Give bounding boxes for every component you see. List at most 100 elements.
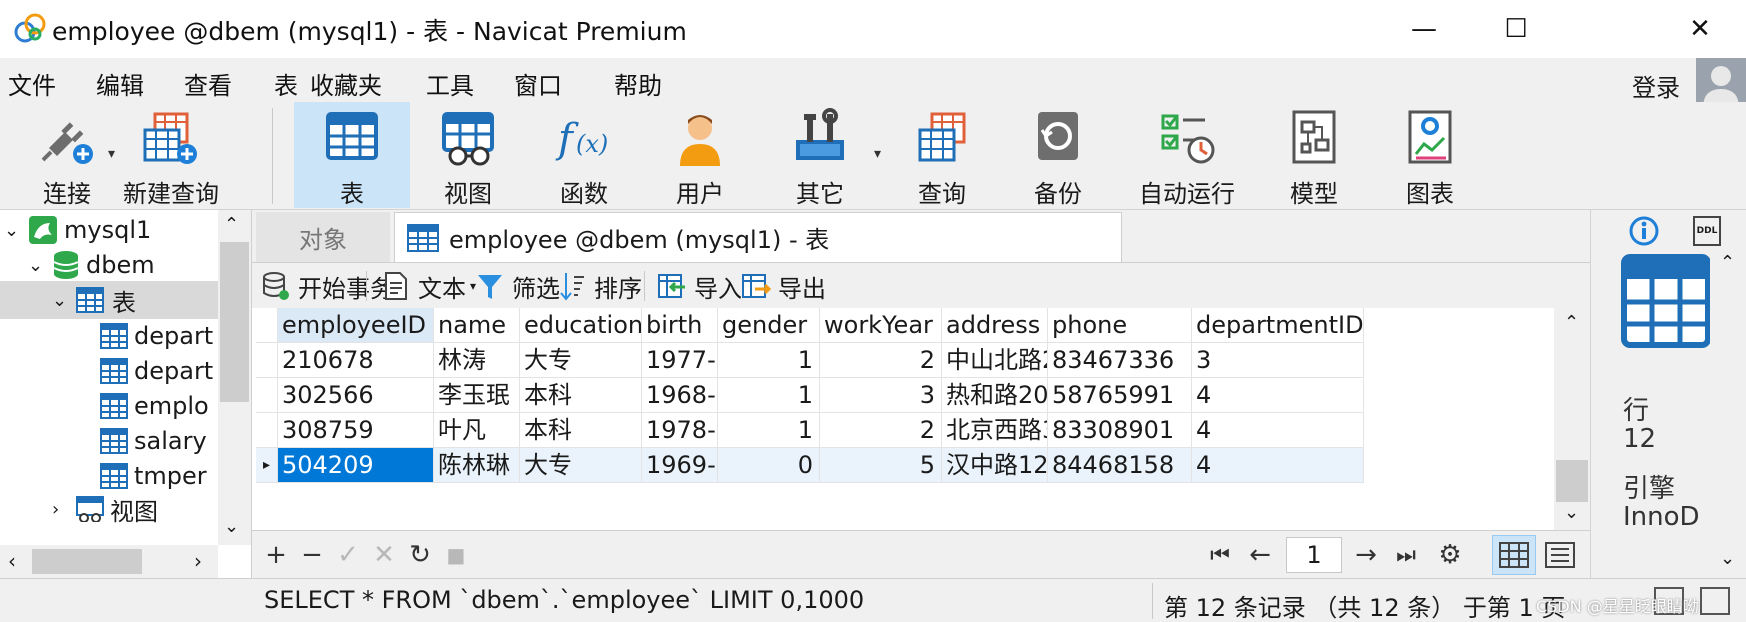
tree-table-item[interactable]: depart bbox=[0, 352, 218, 390]
menu-table[interactable]: 表 bbox=[274, 66, 298, 101]
column-header[interactable]: departmentID bbox=[1192, 308, 1364, 343]
table-cell[interactable]: 83467336 bbox=[1048, 343, 1192, 378]
view-button[interactable]: 视图 bbox=[418, 102, 518, 208]
tree-table-item[interactable]: tmper bbox=[0, 457, 218, 495]
table-cell[interactable]: 302566 bbox=[278, 378, 434, 413]
chevron-right-icon[interactable]: › bbox=[52, 499, 76, 520]
chevron-down-icon[interactable]: ⌄ bbox=[4, 220, 28, 241]
scroll-down-arrow-icon[interactable]: ⌄ bbox=[224, 516, 239, 537]
model-button[interactable]: 模型 bbox=[1264, 102, 1364, 208]
table-row[interactable]: 308759叶凡本科1978-112北京西路3833089014 bbox=[256, 413, 1364, 448]
table-cell[interactable]: 热和路209 bbox=[942, 378, 1048, 413]
table-cell[interactable]: 0 bbox=[718, 448, 820, 483]
table-cell[interactable]: 4 bbox=[1192, 378, 1364, 413]
tree-views-folder[interactable]: › 视图 bbox=[0, 492, 218, 526]
navigator-horizontal-scrollbar[interactable]: ‹ › bbox=[0, 545, 218, 578]
column-header[interactable]: education bbox=[520, 308, 642, 343]
table-cell[interactable]: 5 bbox=[820, 448, 942, 483]
stop-button[interactable]: ■ bbox=[438, 537, 474, 573]
table-cell[interactable]: 大专 bbox=[520, 448, 642, 483]
menu-edit[interactable]: 编辑 bbox=[96, 66, 144, 101]
table-cell[interactable]: 北京西路3 bbox=[942, 413, 1048, 448]
info-icon[interactable] bbox=[1629, 216, 1659, 246]
table-cell[interactable]: 504209 bbox=[278, 448, 434, 483]
page-number-input[interactable]: 1 bbox=[1286, 537, 1342, 573]
row-marker[interactable]: ▸ bbox=[256, 448, 278, 483]
table-cell[interactable]: 林涛 bbox=[434, 343, 520, 378]
info-pane-scrollbar[interactable]: ⌃ ⌄ bbox=[1710, 252, 1746, 578]
table-cell[interactable]: 2 bbox=[820, 343, 942, 378]
automation-button[interactable]: 自动运行 bbox=[1124, 102, 1250, 208]
filter-button[interactable]: 筛选 bbox=[474, 269, 560, 303]
table-cell[interactable]: 1 bbox=[718, 378, 820, 413]
column-header[interactable]: phone bbox=[1048, 308, 1192, 343]
query-button[interactable]: 查询 bbox=[892, 102, 992, 208]
scroll-left-arrow-icon[interactable]: ‹ bbox=[8, 549, 16, 573]
tab-employee-table[interactable]: employee @dbem (mysql1) - 表 bbox=[394, 212, 1122, 262]
row-marker[interactable] bbox=[256, 413, 278, 448]
scroll-down-arrow-icon[interactable]: ⌄ bbox=[1720, 548, 1735, 569]
chart-button[interactable]: 图表 bbox=[1380, 102, 1480, 208]
table-cell[interactable]: 1977-0 bbox=[642, 343, 718, 378]
table-row[interactable]: ▸504209陈林琳大专1969-005汉中路120844681584 bbox=[256, 448, 1364, 483]
tree-table-item[interactable]: salary bbox=[0, 422, 218, 460]
table-cell[interactable]: 4 bbox=[1192, 413, 1364, 448]
menu-file[interactable]: 文件 bbox=[8, 66, 56, 101]
connect-button[interactable]: 连接 bbox=[22, 102, 112, 208]
grid-view-button[interactable] bbox=[1492, 535, 1536, 575]
table-button[interactable]: 表 bbox=[294, 102, 410, 208]
last-page-button[interactable]: ⏭ bbox=[1388, 537, 1424, 573]
refresh-button[interactable]: ↻ bbox=[402, 537, 438, 573]
column-header[interactable]: birth bbox=[642, 308, 718, 343]
table-cell[interactable]: 3 bbox=[820, 378, 942, 413]
first-page-button[interactable]: ⏮ bbox=[1202, 537, 1238, 573]
row-marker[interactable] bbox=[256, 343, 278, 378]
table-cell[interactable]: 58765991 bbox=[1048, 378, 1192, 413]
menu-help[interactable]: 帮助 bbox=[614, 66, 662, 101]
scroll-up-arrow-icon[interactable]: ⌃ bbox=[224, 214, 239, 235]
sort-button[interactable]: 排序 bbox=[556, 269, 642, 303]
backup-button[interactable]: 备份 bbox=[1008, 102, 1108, 208]
form-view-button[interactable] bbox=[1538, 535, 1582, 575]
other-dropdown-caret-icon[interactable]: ▾ bbox=[874, 146, 881, 162]
table-cell[interactable]: 83308901 bbox=[1048, 413, 1192, 448]
menu-favorites[interactable]: 收藏夹 bbox=[310, 66, 382, 101]
table-cell[interactable]: 1 bbox=[718, 343, 820, 378]
table-cell[interactable]: 210678 bbox=[278, 343, 434, 378]
text-button[interactable]: 文本 ▾ bbox=[380, 269, 476, 303]
table-cell[interactable]: 84468158 bbox=[1048, 448, 1192, 483]
chevron-down-icon[interactable]: ⌄ bbox=[52, 290, 76, 311]
minimize-button[interactable]: — bbox=[1378, 0, 1470, 58]
column-header[interactable]: gender bbox=[718, 308, 820, 343]
tab-objects[interactable]: 对象 bbox=[256, 212, 390, 262]
menu-tools[interactable]: 工具 bbox=[426, 66, 474, 101]
table-cell[interactable]: 1968-0 bbox=[642, 378, 718, 413]
form-layout-icon[interactable] bbox=[1700, 587, 1730, 615]
table-cell[interactable]: 叶凡 bbox=[434, 413, 520, 448]
import-button[interactable]: 导入 bbox=[656, 269, 742, 303]
menu-window[interactable]: 窗口 bbox=[514, 66, 562, 101]
column-header[interactable]: name bbox=[434, 308, 520, 343]
scroll-down-arrow-icon[interactable]: ⌄ bbox=[1564, 502, 1579, 523]
table-cell[interactable]: 李玉珉 bbox=[434, 378, 520, 413]
grid-scroll-thumb[interactable] bbox=[1556, 460, 1588, 502]
connect-dropdown-caret-icon[interactable]: ▾ bbox=[108, 146, 115, 162]
table-cell[interactable]: 3 bbox=[1192, 343, 1364, 378]
previous-page-button[interactable]: ← bbox=[1242, 537, 1278, 573]
tree-tables-folder[interactable]: ⌄ 表 bbox=[0, 281, 218, 319]
next-page-button[interactable]: → bbox=[1348, 537, 1384, 573]
delete-record-button[interactable]: − bbox=[294, 537, 330, 573]
tree-connection-mysql1[interactable]: ⌄ mysql1 bbox=[0, 211, 218, 249]
navigator-vertical-scrollbar[interactable]: ⌃ ⌄ bbox=[218, 210, 251, 545]
table-cell[interactable]: 1978-1 bbox=[642, 413, 718, 448]
chevron-down-icon[interactable]: ⌄ bbox=[28, 255, 52, 276]
table-cell[interactable]: 308759 bbox=[278, 413, 434, 448]
row-marker[interactable] bbox=[256, 378, 278, 413]
table-row[interactable]: 302566李玉珉本科1968-013热和路209587659914 bbox=[256, 378, 1364, 413]
user-button[interactable]: 用户 bbox=[650, 102, 750, 208]
begin-transaction-button[interactable]: 开始事务 bbox=[260, 269, 394, 303]
table-cell[interactable]: 汉中路120 bbox=[942, 448, 1048, 483]
add-record-button[interactable]: + bbox=[258, 537, 294, 573]
maximize-button[interactable]: ☐ bbox=[1470, 0, 1562, 58]
table-cell[interactable]: 陈林琳 bbox=[434, 448, 520, 483]
